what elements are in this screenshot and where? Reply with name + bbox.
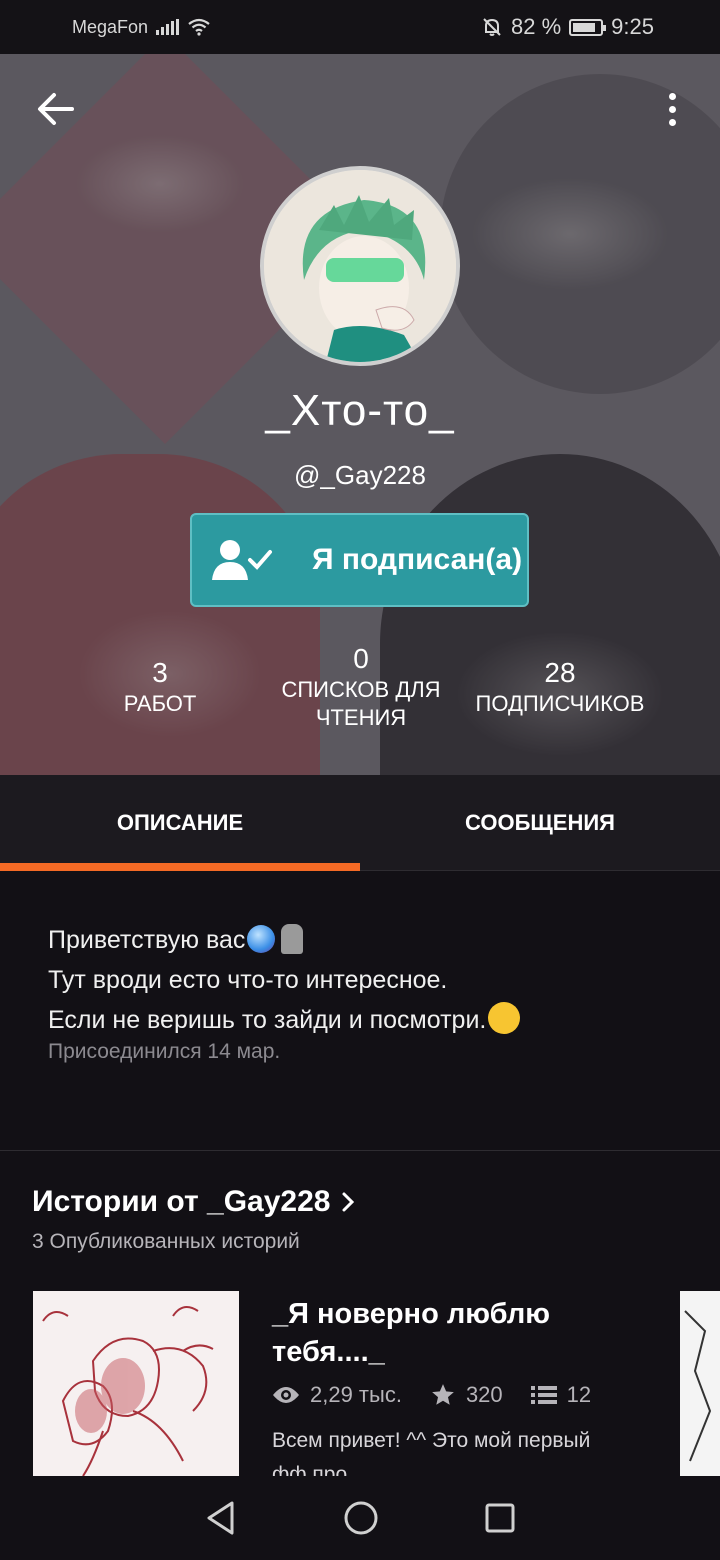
profile-header: _Хто-то_ @_Gay228 Я подписан(а) 3 РАБОТ … xyxy=(0,54,720,775)
display-name: _Хто-то_ xyxy=(265,386,455,435)
battery-icon xyxy=(569,18,607,36)
story-meta: 2,29 тыс. 320 12 xyxy=(272,1382,619,1408)
back-arrow-icon xyxy=(38,93,74,125)
stat-followers[interactable]: 28 ПОДПИСЧИКОВ xyxy=(460,656,660,718)
username: @_Gay228 xyxy=(294,460,426,490)
signal-icon xyxy=(156,19,180,35)
following-button[interactable]: Я подписан(а) xyxy=(190,513,529,607)
stories-count: 3 Опубликованных историй xyxy=(32,1230,300,1253)
stat-followers-label: ПОДПИСЧИКОВ xyxy=(475,691,645,716)
more-options-button[interactable] xyxy=(650,84,694,134)
star-icon xyxy=(432,1384,454,1405)
story-title[interactable]: _Я новерно люблю тебя...._ xyxy=(272,1295,602,1371)
stat-reading-lists[interactable]: 0 СПИСКОВ ДЛЯ ЧТЕНИЯ xyxy=(266,642,456,732)
next-story-cover-illustration xyxy=(680,1291,720,1476)
avatar[interactable] xyxy=(260,166,460,366)
clock: 9:25 xyxy=(611,14,654,39)
description-line-1: Приветствую вас xyxy=(48,926,246,954)
stat-reading-lists-value: 0 xyxy=(353,643,369,674)
next-story-cover-image[interactable] xyxy=(680,1291,720,1476)
carrier-name: MegaFon xyxy=(72,16,149,37)
story-parts: 12 xyxy=(566,1382,592,1407)
tab-description[interactable]: ОПИСАНИЕ xyxy=(0,775,360,871)
more-vertical-icon xyxy=(668,92,676,100)
back-button[interactable] xyxy=(26,84,86,134)
stat-reading-lists-label: СПИСКОВ ДЛЯ ЧТЕНИЯ xyxy=(281,677,441,730)
stat-followers-value: 28 xyxy=(544,657,576,688)
battery-percent: 82 % xyxy=(511,14,562,39)
profile-description: Приветствую вас Тут вроди есто что-то ин… xyxy=(48,920,688,1040)
description-line-2: Тут вроди есто что-то интересное. xyxy=(48,966,448,994)
no-mouth-emoji-icon xyxy=(488,1002,521,1034)
stat-works-label: РАБОТ xyxy=(123,691,197,716)
avatar-illustration xyxy=(264,170,456,362)
profile-tabs: ОПИСАНИЕ СООБЩЕНИЯ xyxy=(0,775,720,871)
following-button-label: Я подписан(а) xyxy=(312,543,523,576)
moai-emoji-icon xyxy=(281,924,304,954)
nav-recents-icon[interactable] xyxy=(484,1502,516,1534)
story-description: Всем привет! ^^ Это мой первый фф про xyxy=(272,1429,591,1478)
story-votes: 320 xyxy=(465,1382,503,1407)
stories-header-link[interactable]: Истории от _Gay228 xyxy=(32,1185,356,1219)
tab-messages[interactable]: СООБЩЕНИЯ xyxy=(360,775,720,870)
wifi-icon xyxy=(188,18,210,36)
stat-works-value: 3 xyxy=(152,657,168,688)
nav-back-icon[interactable] xyxy=(204,1500,238,1536)
story-cover-image[interactable] xyxy=(33,1291,239,1476)
system-navigation-bar xyxy=(0,1476,720,1560)
story-cover-illustration xyxy=(33,1291,239,1476)
status-bar: MegaFon 82 % 9:25 xyxy=(0,0,720,54)
crystal-ball-emoji-icon xyxy=(247,925,276,953)
eye-icon xyxy=(273,1387,299,1403)
list-icon xyxy=(530,1386,557,1404)
nav-home-icon[interactable] xyxy=(343,1500,379,1536)
description-line-3: Если не веришь то зайди и посмотри. xyxy=(48,1006,487,1034)
bell-muted-icon xyxy=(483,18,501,36)
stat-works[interactable]: 3 РАБОТ xyxy=(60,656,260,718)
user-check-icon xyxy=(212,540,272,580)
section-divider xyxy=(0,1150,720,1151)
story-views: 2,29 тыс. xyxy=(310,1382,402,1407)
chevron-right-icon xyxy=(342,1192,355,1212)
stories-title: Истории от _Gay228 xyxy=(32,1185,331,1218)
joined-date: Присоединился 14 мар. xyxy=(48,1040,281,1063)
